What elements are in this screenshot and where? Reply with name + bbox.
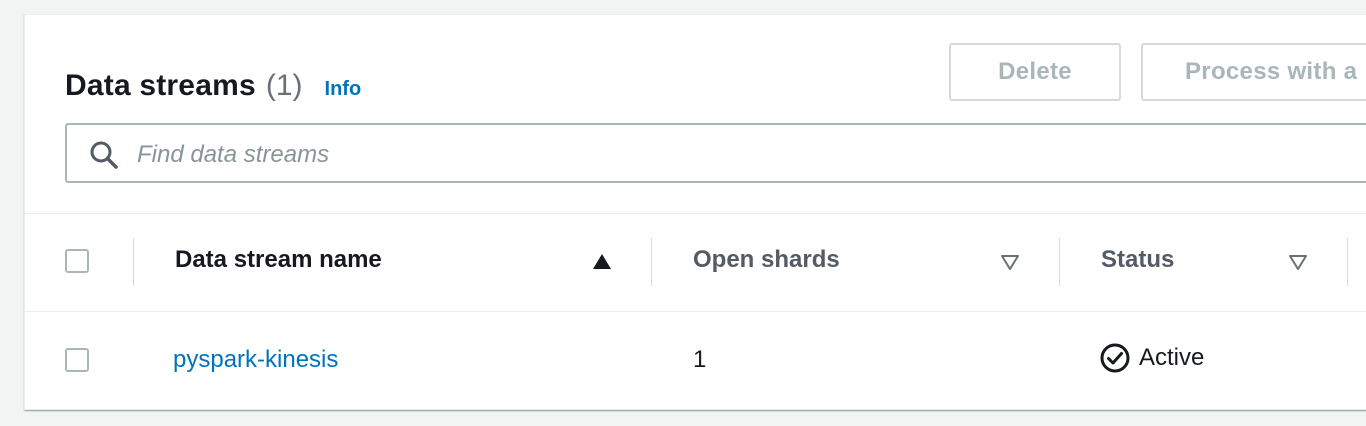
sort-ascending-icon[interactable] <box>591 252 613 272</box>
stream-name-link[interactable]: pyspark-kinesis <box>173 346 338 374</box>
column-header-open-shards[interactable]: Open shards <box>693 246 840 274</box>
select-all-checkbox[interactable] <box>65 249 89 273</box>
column-divider <box>1059 238 1060 286</box>
status-label: Active <box>1139 344 1205 371</box>
search-icon <box>90 141 118 169</box>
column-header-name[interactable]: Data stream name <box>175 246 382 274</box>
status-active-icon <box>1100 343 1130 373</box>
column-divider <box>651 238 652 286</box>
column-divider <box>133 238 134 286</box>
table-header-row: Data stream name Open shards Status <box>25 214 1366 310</box>
search-box <box>65 123 1366 183</box>
page-title: Data streams <box>65 69 256 102</box>
search-input[interactable] <box>135 135 1039 175</box>
column-header-status[interactable]: Status <box>1101 246 1174 274</box>
open-shards-value: 1 <box>693 346 707 373</box>
sort-descending-icon[interactable] <box>1287 252 1309 272</box>
process-with-analytics-button[interactable]: Process with a <box>1141 43 1366 101</box>
row-checkbox[interactable] <box>65 348 89 372</box>
stream-count: (1) <box>265 69 303 102</box>
column-divider <box>1347 238 1348 286</box>
sort-descending-icon[interactable] <box>999 252 1021 272</box>
panel-header: Data streams (1) Info <box>65 69 361 103</box>
info-link[interactable]: Info <box>325 78 362 101</box>
table-row: pyspark-kinesis 1 Active <box>25 312 1366 410</box>
status-cell: Active <box>1099 342 1204 374</box>
delete-button[interactable]: Delete <box>949 43 1121 101</box>
data-streams-panel: Data streams (1) Info Delete Process wit… <box>24 14 1366 410</box>
